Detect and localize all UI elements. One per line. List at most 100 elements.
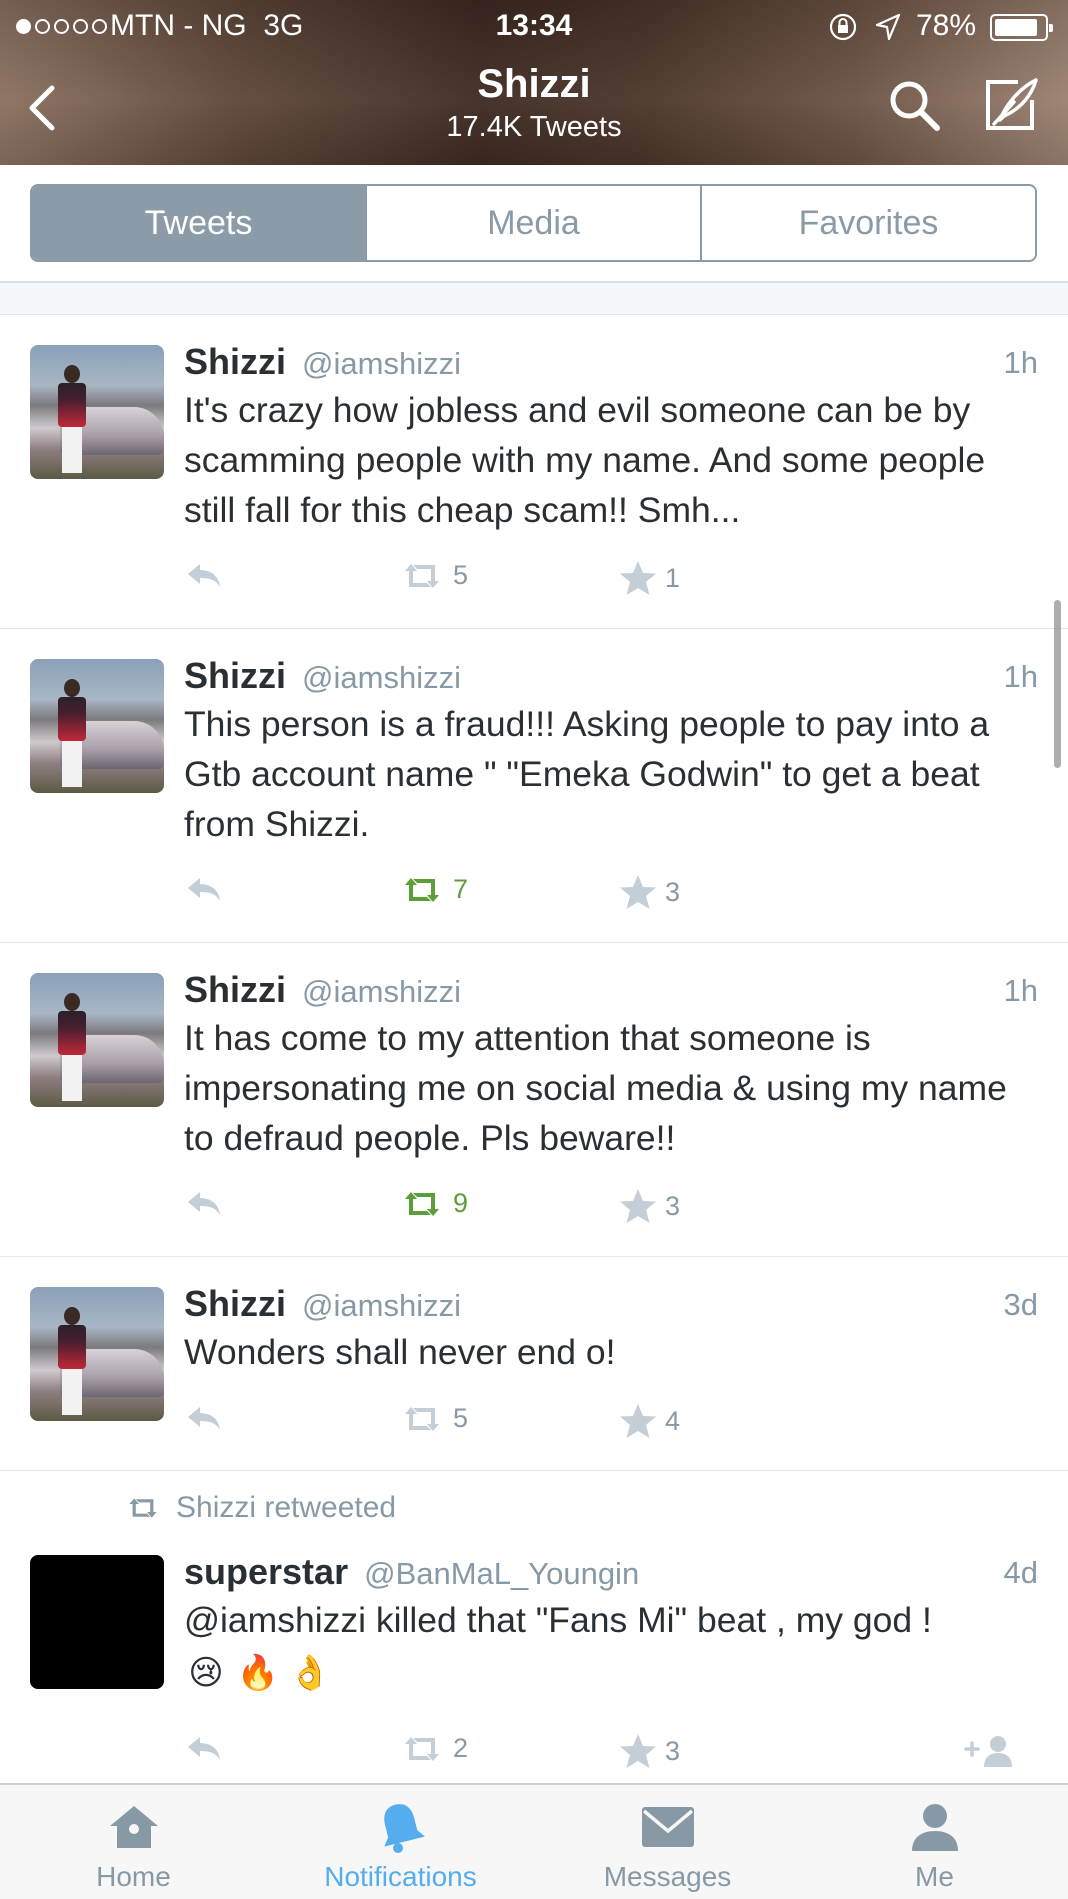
retweet-icon	[129, 1498, 157, 1518]
retweet-button[interactable]: 9	[399, 1188, 468, 1219]
tweet-item[interactable]: Shizzi @iamshizzi 1h It's crazy how jobl…	[0, 315, 1068, 629]
follow-button[interactable]	[964, 1733, 1020, 1769]
tweet-item[interactable]: Shizzi @iamshizzi 1h It has come to my a…	[0, 943, 1068, 1257]
retweet-button[interactable]: 7	[399, 874, 468, 905]
retweet-button[interactable]: 5	[399, 1403, 468, 1434]
author-handle[interactable]: @iamshizzi	[302, 346, 461, 381]
tweet-timeline[interactable]: Shizzi @iamshizzi 1h It's crazy how jobl…	[0, 315, 1068, 1781]
tab-media[interactable]: Media	[365, 186, 700, 260]
retweet-icon	[405, 1736, 439, 1761]
battery-percent: 78%	[916, 9, 977, 42]
tweet-time: 1h	[1003, 973, 1038, 1008]
tweet-text: It has come to my attention that someone…	[184, 1018, 1007, 1158]
envelope-icon	[641, 1807, 694, 1847]
favorite-button[interactable]: 3	[619, 874, 680, 910]
author-name[interactable]: superstar	[184, 1551, 348, 1592]
tweet-text: It's crazy how jobless and evil someone …	[184, 390, 986, 530]
star-icon	[620, 1404, 656, 1438]
retweet-note: Shizzi retweeted	[124, 1491, 396, 1525]
scroll-indicator[interactable]	[1054, 600, 1061, 768]
person-icon	[911, 1804, 958, 1851]
tweet-actions: 7 3	[184, 874, 1024, 914]
author-name[interactable]: Shizzi	[184, 341, 286, 382]
tweet-text: This person is a fraud!!! Asking people …	[184, 704, 990, 844]
retweet-count: 5	[453, 560, 469, 590]
profile-tabs-area: Tweets Media Favorites	[0, 165, 1068, 283]
tweet-text: Wonders shall never end o!	[184, 1332, 616, 1372]
profile-header: MTN - NG 3G 13:34 78% Shizzi 17.4K Tweet…	[0, 0, 1068, 165]
tab-home-label: Home	[96, 1861, 171, 1892]
favorite-count: 4	[665, 1405, 681, 1436]
author-name[interactable]: Shizzi	[184, 969, 286, 1010]
tweet-actions: 5 1	[184, 560, 1024, 600]
author-handle[interactable]: @iamshizzi	[302, 974, 461, 1009]
tweet-item[interactable]: Shizzi @iamshizzi 1h This person is a fr…	[0, 629, 1068, 943]
author-handle[interactable]: @iamshizzi	[302, 660, 461, 695]
compose-tweet-icon[interactable]	[980, 74, 1042, 136]
avatar[interactable]	[30, 1555, 164, 1689]
favorite-count: 3	[665, 1735, 681, 1766]
tab-tweets[interactable]: Tweets	[32, 186, 365, 260]
tweet-header: Shizzi @iamshizzi 3d	[184, 1283, 1038, 1327]
tweet-header: Shizzi @iamshizzi 1h	[184, 341, 1038, 385]
author-name[interactable]: Shizzi	[184, 1283, 286, 1324]
favorite-button[interactable]: 1	[619, 560, 680, 596]
tab-notifications-label: Notifications	[324, 1861, 477, 1892]
tweet-time: 3d	[1003, 1287, 1038, 1322]
rotation-lock-icon	[829, 13, 857, 41]
retweet-button[interactable]: 2	[399, 1733, 468, 1764]
tweet-item[interactable]: Shizzi retweeted superstar @BanMaL_Young…	[0, 1471, 1068, 1781]
tweet-header: Shizzi @iamshizzi 1h	[184, 655, 1038, 699]
star-icon	[620, 875, 656, 909]
star-icon	[620, 1189, 656, 1223]
search-icon[interactable]	[885, 76, 945, 136]
favorite-count: 3	[665, 1190, 681, 1221]
status-bar: MTN - NG 3G 13:34 78%	[0, 0, 1068, 54]
tweet-header: superstar @BanMaL_Youngin 4d	[184, 1551, 1038, 1595]
avatar[interactable]	[30, 345, 164, 479]
favorite-button[interactable]: 3	[619, 1733, 680, 1769]
tab-messages[interactable]: Messages	[534, 1785, 801, 1899]
crying-face-emoji: 😢	[188, 1654, 224, 1692]
tweet-item[interactable]: Shizzi @iamshizzi 3d Wonders shall never…	[0, 1257, 1068, 1471]
tweet-header: Shizzi @iamshizzi 1h	[184, 969, 1038, 1013]
tweet-time: 4d	[1003, 1555, 1038, 1590]
avatar[interactable]	[30, 659, 164, 793]
tweet-text: @iamshizzi killed that "Fans Mi" beat , …	[184, 1600, 932, 1640]
segmented-control: Tweets Media Favorites	[30, 184, 1037, 262]
tab-notifications[interactable]: Notifications	[267, 1785, 534, 1899]
retweet-icon	[405, 1191, 439, 1216]
reply-button[interactable]	[184, 560, 224, 590]
reply-button[interactable]	[184, 1188, 224, 1218]
avatar[interactable]	[30, 1287, 164, 1421]
tab-home[interactable]: Home	[0, 1785, 267, 1899]
tweet-time: 1h	[1003, 659, 1038, 694]
divider	[0, 283, 1068, 315]
avatar[interactable]	[30, 973, 164, 1107]
location-icon	[875, 13, 901, 41]
reply-icon	[188, 878, 220, 901]
tab-bar: Home Notifications Messages Me	[0, 1783, 1068, 1899]
favorite-count: 1	[665, 562, 681, 593]
favorite-button[interactable]: 4	[619, 1403, 680, 1439]
status-time: 13:34	[495, 9, 573, 42]
reply-icon	[188, 564, 220, 587]
tab-favorites[interactable]: Favorites	[700, 186, 1035, 260]
retweet-button[interactable]: 5	[399, 560, 468, 591]
author-handle[interactable]: @BanMaL_Youngin	[364, 1556, 639, 1591]
add-user-icon	[964, 1736, 1012, 1767]
author-handle[interactable]: @iamshizzi	[302, 1288, 461, 1323]
tab-me[interactable]: Me	[801, 1785, 1068, 1899]
author-name[interactable]: Shizzi	[184, 655, 286, 696]
ok-hand-emoji: 👌	[288, 1654, 332, 1692]
reply-button[interactable]	[184, 874, 224, 904]
tab-me-label: Me	[915, 1861, 954, 1892]
tweet-actions: 5 4	[184, 1403, 1024, 1443]
favorite-button[interactable]: 3	[619, 1188, 680, 1224]
retweet-icon	[405, 1406, 439, 1431]
tweet-actions: 2 3	[184, 1733, 1024, 1773]
reply-button[interactable]	[184, 1403, 224, 1433]
reply-button[interactable]	[184, 1733, 224, 1763]
retweet-count: 9	[453, 1188, 469, 1218]
nav-bar: Shizzi 17.4K Tweets	[0, 54, 1068, 165]
